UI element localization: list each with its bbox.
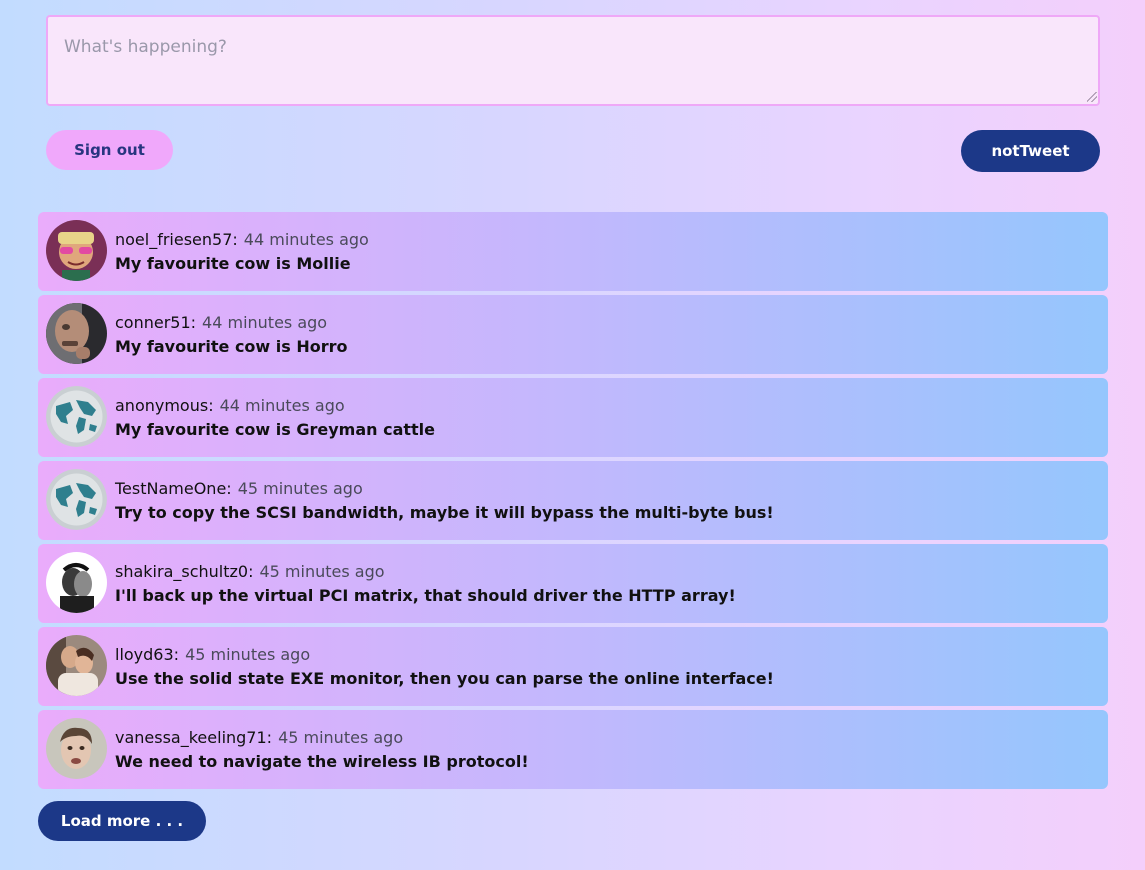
feed-post: TestNameOne: 45 minutes ago Try to copy t… [38,461,1108,540]
post-username[interactable]: lloyd63: [115,645,179,664]
post-timestamp: 44 minutes ago [243,230,369,249]
post-header: conner51: 44 minutes ago [115,313,327,332]
feed-post: shakira_schultz0: 45 minutes ago I'll bac… [38,544,1108,623]
post-header: anonymous: 44 minutes ago [115,396,345,415]
post-text: My favourite cow is Greyman cattle [115,420,435,439]
post-username[interactable]: anonymous: [115,396,214,415]
post-timestamp: 45 minutes ago [185,645,311,664]
post-timestamp: 44 minutes ago [219,396,345,415]
sign-out-button[interactable]: Sign out [46,130,173,170]
feed-list: noel_friesen57: 44 minutes ago My favouri… [38,212,1108,793]
post-header: noel_friesen57: 44 minutes ago [115,230,369,249]
tweet-button[interactable]: notTweet [961,130,1100,172]
post-header: shakira_schultz0: 45 minutes ago [115,562,385,581]
post-username[interactable]: shakira_schultz0: [115,562,253,581]
globe-icon [46,386,107,447]
post-text: My favourite cow is Mollie [115,254,351,273]
compose-input[interactable] [46,15,1100,106]
resize-handle-icon[interactable] [1087,92,1097,102]
post-header: TestNameOne: 45 minutes ago [115,479,363,498]
post-text: Try to copy the SCSI bandwidth, maybe it… [115,503,774,522]
post-timestamp: 45 minutes ago [237,479,363,498]
post-username[interactable]: conner51: [115,313,196,332]
post-username[interactable]: TestNameOne: [115,479,232,498]
post-username[interactable]: vanessa_keeling71: [115,728,272,747]
feed-post: anonymous: 44 minutes ago My favourite co… [38,378,1108,457]
avatar [46,303,107,364]
post-text: We need to navigate the wireless IB prot… [115,752,529,771]
avatar [46,718,107,779]
post-text: Use the solid state EXE monitor, then yo… [115,669,774,688]
avatar [46,220,107,281]
feed-post: lloyd63: 45 minutes ago Use the solid sta… [38,627,1108,706]
post-header: vanessa_keeling71: 45 minutes ago [115,728,403,747]
avatar [46,552,107,613]
post-timestamp: 45 minutes ago [259,562,385,581]
feed-post: noel_friesen57: 44 minutes ago My favouri… [38,212,1108,291]
globe-icon [46,469,107,530]
post-username[interactable]: noel_friesen57: [115,230,238,249]
post-timestamp: 45 minutes ago [278,728,404,747]
post-text: My favourite cow is Horro [115,337,348,356]
post-header: lloyd63: 45 minutes ago [115,645,310,664]
post-text: I'll back up the virtual PCI matrix, tha… [115,586,736,605]
feed-post: vanessa_keeling71: 45 minutes ago We need… [38,710,1108,789]
feed-post: conner51: 44 minutes ago My favourite cow… [38,295,1108,374]
post-timestamp: 44 minutes ago [202,313,328,332]
avatar [46,635,107,696]
load-more-button[interactable]: Load more . . . [38,801,206,841]
